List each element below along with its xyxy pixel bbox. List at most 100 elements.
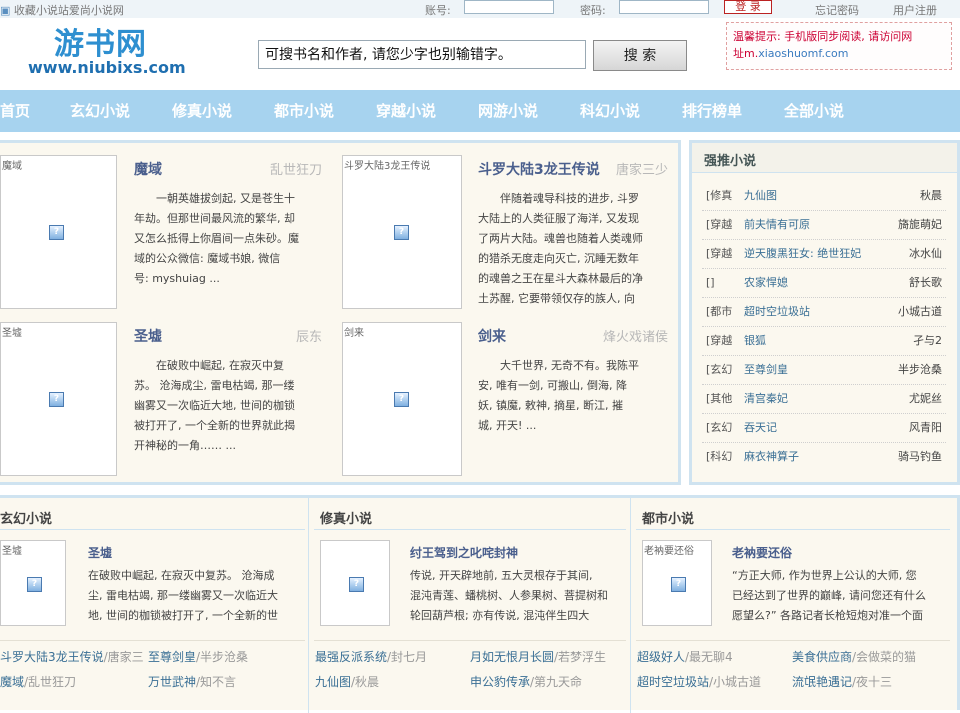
book-cover[interactable]: 魔域 ? [0,155,117,309]
list-item: [其他 清宫秦妃 尤妮丝 [702,384,946,414]
logo-url[interactable]: www.niubixs.com [28,58,186,77]
book-author[interactable]: 烽火戏诸侯 [586,326,668,345]
book-link[interactable]: 麻衣神算子 [744,442,799,471]
account-input[interactable] [464,0,554,14]
bookmark-text: 收藏小说站爱尚小说网 [13,4,124,17]
register-link[interactable]: 用户注册 [893,2,937,18]
nav-wangyou[interactable]: 网游小说 [478,90,538,132]
broken-image-icon: ? [49,392,64,407]
book-description: 传说, 开天辟地前, 五大灵根存于其间, 混沌青莲、蟠桃树、人参果树、菩提树和 轮回… [410,569,608,622]
broken-image-icon: ? [394,392,409,407]
nav-kehuan[interactable]: 科幻小说 [580,90,640,132]
book-title[interactable]: 老衲要还俗 [732,544,792,561]
notice-box: 温馨提示: 手机版同步阅读, 请访问网 址m.xiaoshuomf.com [726,22,952,70]
bookmark-link[interactable]: ▣ 收藏小说站爱尚小说网 [0,2,124,18]
book-description: 大千世界, 无奇不有。我陈平 安, 唯有一剑, 可搬山, 倒海, 降妖, 镇魔, … [478,359,639,432]
recommend-list: [修真 九仙图 秋晨 [穿越 前夫情有可原 旖旎萌妃 [穿越 逆天腹黑狂女: 绝世狂妃 冰水… [702,181,946,481]
login-button[interactable]: 登 录 [724,0,772,14]
header: 游书网 www.niubixs.com 可搜书名和作者, 请您少字也别输错字。 … [0,18,960,90]
book-description: 一朝英雄拔剑起, 又是苍生十 年劫。但那世间最风流的繁华, 却又怎么抵得上你眉间一… [134,192,299,285]
password-label: 密码: [580,4,606,17]
section-title-xuanhuan[interactable]: 玄幻小说 [0,508,52,527]
book-title[interactable]: 剑来 [478,326,506,346]
broken-image-icon: ? [671,577,686,592]
list-item: [科幻 麻衣神算子 骑马钓鱼 [702,442,946,471]
book-cover[interactable]: 圣墟 ? [0,322,117,476]
category-panel: 玄幻小说 圣墟 ? 圣墟 在破败中崛起, 在寂灭中复苏。 沧海成 尘, 雷电枯竭,… [0,495,960,713]
book-link[interactable]: 前夫情有可原 [744,210,810,239]
book-description: “方正大师, 作为世界上公认的大师, 您已经达到了世界的巅峰, 请问您还有什么愿… [732,569,926,622]
book-title[interactable]: 斗罗大陆3龙王传说 [478,159,600,179]
nav-chuanyue[interactable]: 穿越小说 [376,90,436,132]
book-cover[interactable]: 老衲要还俗 ? [642,540,712,626]
divider [636,640,950,641]
divider [308,498,309,713]
book-link[interactable]: 超时空垃圾站/小城古道 [637,673,761,690]
broken-image-icon: ? [49,225,64,240]
book-author[interactable]: 唐家三少 [606,159,668,178]
list-item: [修真 九仙图 秋晨 [702,181,946,211]
search-button[interactable]: 搜 索 [593,40,687,71]
book-description: 在破败中崛起, 在寂灭中复苏。 沧海成尘, 雷电枯竭, 那一缕幽雾又一次临近大地… [134,359,295,452]
book-link[interactable]: 超级好人/最无聊4 [637,648,733,665]
book-link[interactable]: 申公豹传承/第九天命 [470,673,582,690]
book-link[interactable]: 斗罗大陆3龙王传说/唐家三 [0,648,144,665]
notice-line-1: 温馨提示: 手机版同步阅读, 请访问网 [733,30,913,43]
book-cover[interactable]: 圣墟 ? [0,540,66,626]
book-cover[interactable]: 斗罗大陆3龙王传说 ? [342,155,462,309]
password-input[interactable] [619,0,709,14]
list-item: [玄幻 至尊剑皇 半步沧桑 [702,355,946,385]
divider [314,640,626,641]
book-title[interactable]: 圣墟 [134,326,162,346]
divider [630,498,631,713]
book-description: 伴随着魂导科技的进步, 斗罗 大陆上的人类征服了海洋, 又发现 了两片大陆。魂兽也随… [478,192,643,305]
list-item: [穿越 前夫情有可原 旖旎萌妃 [702,210,946,240]
book-link[interactable]: 超时空垃圾站 [744,297,810,326]
list-item: [] 农家悍媳 舒长歌 [702,268,946,298]
nav-xuanhuan[interactable]: 玄幻小说 [70,90,130,132]
list-item: [玄幻 吞天记 风青阳 [702,413,946,443]
forgot-password-link[interactable]: 忘记密码 [815,2,859,18]
book-link[interactable]: 清宫秦妃 [744,384,788,413]
nav-all-books[interactable]: 全部小说 [784,90,844,132]
logo-chinese[interactable]: 游书网 [54,19,147,63]
notice-line-2: 址m.xiaoshuomf.com [733,47,849,60]
recommend-panel: 强推小说 [修真 九仙图 秋晨 [穿越 前夫情有可原 旖旎萌妃 [穿越 逆天腹黑狂女: 绝… [689,140,960,485]
book-link[interactable]: 逆天腹黑狂女: 绝世狂妃 [744,239,861,268]
nav-home[interactable]: 首页 [0,90,30,132]
nav-ranking[interactable]: 排行榜单 [682,90,742,132]
book-link[interactable]: 至尊剑皇 [744,355,788,384]
book-link[interactable]: 九仙图 [744,181,777,210]
section-title-dushi[interactable]: 都市小说 [642,508,694,527]
book-link[interactable]: 九仙图/秋晨 [315,673,379,690]
book-title[interactable]: 魔域 [134,159,162,179]
account-label: 账号: [425,4,451,17]
book-cover[interactable]: ? [320,540,390,626]
book-link[interactable]: 万世武神/知不言 [148,673,236,690]
book-author[interactable]: 乱世狂刀 [240,159,322,178]
mobile-site-link[interactable]: xiaoshuomf.com [758,47,848,60]
divider [0,529,305,530]
divider [314,529,626,530]
nav-dushi[interactable]: 都市小说 [274,90,334,132]
book-author[interactable]: 辰东 [240,326,322,345]
nav-xiuzhen[interactable]: 修真小说 [172,90,232,132]
book-link[interactable]: 银狐 [744,326,766,355]
book-title[interactable]: 圣墟 [88,544,112,561]
book-title[interactable]: 纣王驾到之叱咤封神 [410,544,518,561]
divider [636,529,950,530]
broken-image-icon: ? [394,225,409,240]
book-link[interactable]: 农家悍媳 [744,268,788,297]
top-bar: ▣ 收藏小说站爱尚小说网 账号: 密码: 登 录 忘记密码 用户注册 [0,0,960,19]
search-input[interactable]: 可搜书名和作者, 请您少字也别输错字。 [258,40,586,69]
list-item: [穿越 银狐 孑与2 [702,326,946,356]
book-link[interactable]: 月如无恨月长圆/若梦浮生 [470,648,606,665]
book-link[interactable]: 魔域/乱世狂刀 [0,673,76,690]
book-link[interactable]: 吞天记 [744,413,777,442]
book-cover[interactable]: 剑来 ? [342,322,462,476]
book-link[interactable]: 至尊剑皇/半步沧桑 [148,648,248,665]
book-link[interactable]: 流氓艳遇记/夜十三 [792,673,892,690]
book-link[interactable]: 最强反派系统/封七月 [315,648,427,665]
section-title-xiuzhen[interactable]: 修真小说 [320,508,372,527]
book-link[interactable]: 美食供应商/会做菜的猫 [792,648,916,665]
